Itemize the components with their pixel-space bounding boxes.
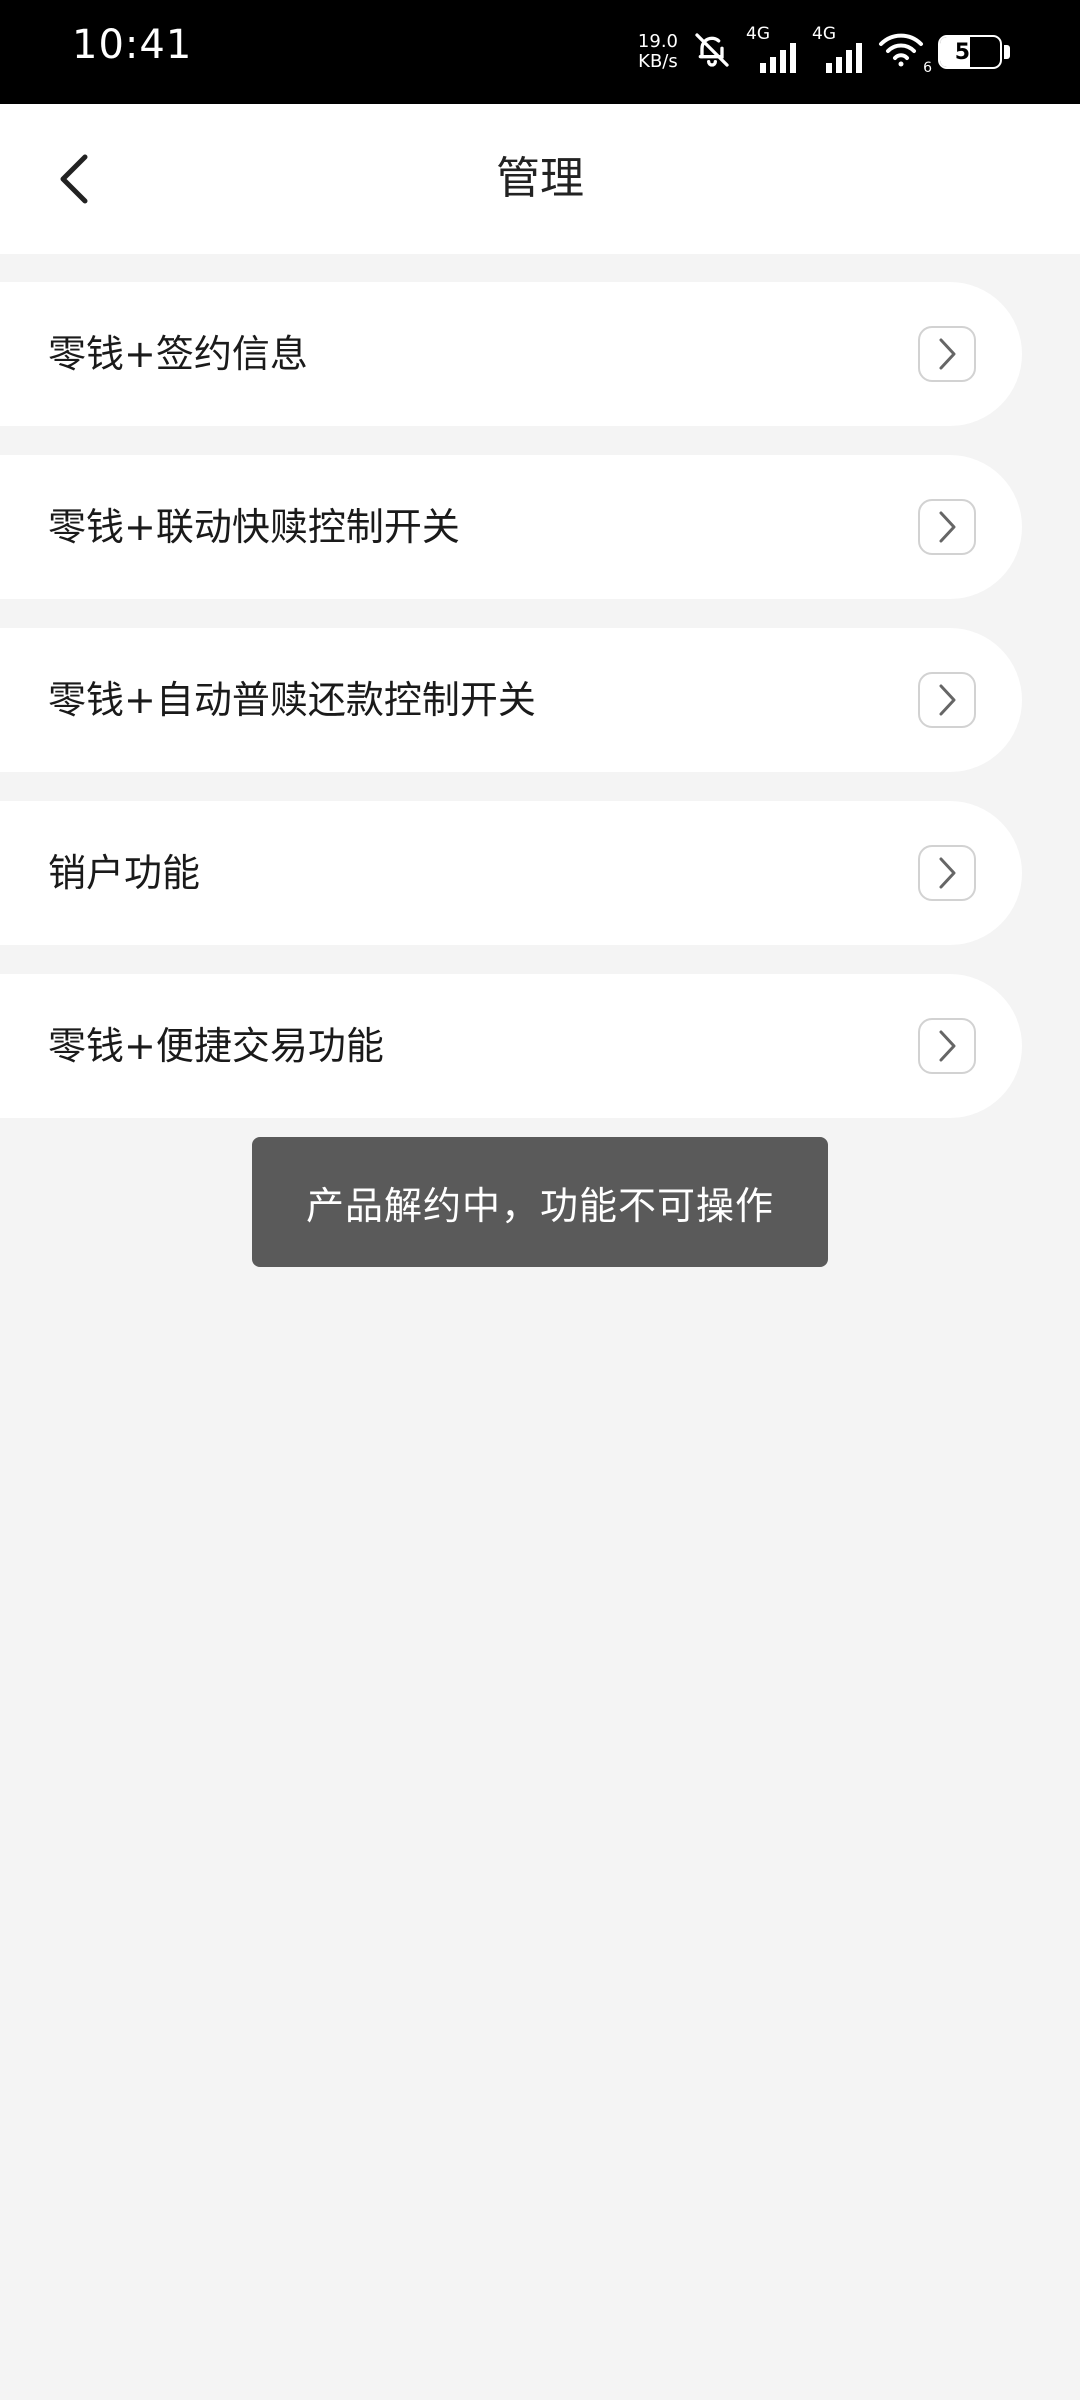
network-speed-unit: KB/s [638, 51, 678, 72]
menu-item-label: 零钱+自动普赎还款控制开关 [48, 678, 536, 722]
page-title: 管理 [496, 153, 584, 204]
menu-item-label: 零钱+联动快赎控制开关 [48, 505, 460, 549]
chevron-right-icon [918, 845, 976, 901]
menu-item-auto-repay-switch[interactable]: 零钱+自动普赎还款控制开关 [0, 628, 1022, 772]
network-type-label: 4G [746, 24, 770, 44]
mobile-signal-1: 4G [746, 25, 798, 75]
bell-off-icon [692, 30, 732, 74]
menu-item-label: 零钱+便捷交易功能 [48, 1024, 384, 1068]
app-header: 管理 [0, 104, 1080, 254]
battery-percent: 50 [954, 39, 986, 65]
signal-icon [760, 43, 796, 73]
status-icons: 19.0 KB/s 4G 4G 6 50 [638, 22, 1010, 82]
battery-body: 50 [938, 35, 1002, 69]
menu-item-close-account[interactable]: 销户功能 [0, 801, 1022, 945]
status-bar: 10:41 19.0 KB/s 4G 4G 6 50 [0, 0, 1080, 104]
network-type-label: 4G [812, 24, 836, 44]
wifi-sub-label: 6 [923, 60, 932, 76]
chevron-right-icon [918, 1018, 976, 1074]
wifi-icon: 6 [878, 32, 932, 76]
chevron-right-icon [918, 326, 976, 382]
mobile-signal-2: 4G [812, 25, 864, 75]
menu-item-label: 销户功能 [48, 851, 201, 895]
network-speed: 19.0 KB/s [638, 32, 678, 72]
battery-icon: 50 [938, 35, 1010, 69]
network-speed-value: 19.0 [637, 31, 678, 52]
chevron-right-icon [918, 499, 976, 555]
menu-item-signing-info[interactable]: 零钱+签约信息 [0, 282, 1022, 426]
menu-item-linked-redeem-switch[interactable]: 零钱+联动快赎控制开关 [0, 455, 1022, 599]
battery-tip [1004, 45, 1010, 59]
menu-item-label: 零钱+签约信息 [48, 332, 308, 376]
menu-list: 零钱+签约信息 零钱+联动快赎控制开关 零钱+自动普赎还款控制开关 销户功能 零… [0, 282, 1022, 1147]
toast-message: 产品解约中，功能不可操作 [252, 1137, 828, 1267]
menu-item-quick-trade[interactable]: 零钱+便捷交易功能 [0, 974, 1022, 1118]
status-time: 10:41 [72, 22, 193, 68]
chevron-right-icon [918, 672, 976, 728]
signal-icon [826, 43, 862, 73]
